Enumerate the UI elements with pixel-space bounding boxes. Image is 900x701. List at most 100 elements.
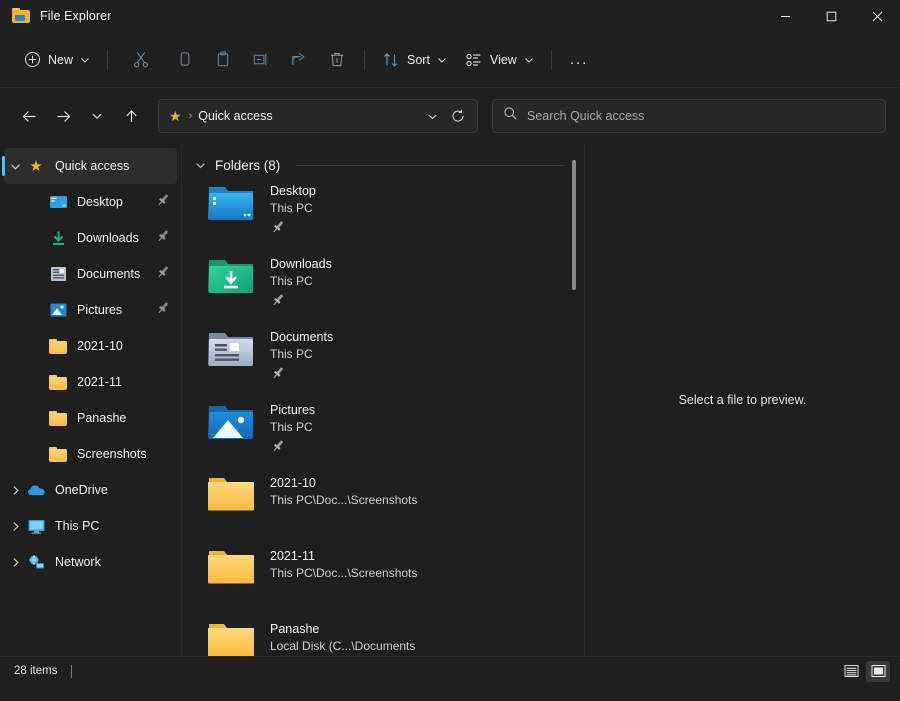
- breadcrumb-separator: ›: [189, 110, 193, 122]
- sidebar-item-documents[interactable]: Documents: [4, 256, 177, 292]
- sidebar-item-label: Network: [55, 555, 171, 569]
- group-rule: [296, 165, 564, 166]
- onedrive-icon: [26, 481, 46, 499]
- folder-icon: [48, 409, 68, 427]
- navigation-pane[interactable]: ★Quick accessDesktop Downloads Documents Pi…: [0, 144, 182, 656]
- file-tile-text: PanasheLocal Disk (C...\Documents: [270, 619, 415, 653]
- chevron-right-icon[interactable]: [4, 520, 26, 533]
- chevron-down-icon[interactable]: [4, 160, 26, 173]
- new-button[interactable]: New: [14, 43, 99, 77]
- rename-icon: [252, 51, 270, 69]
- window-title: File Explorer: [40, 9, 111, 23]
- pin-icon[interactable]: [270, 292, 332, 313]
- sidebar-item-onedrive[interactable]: OneDrive: [4, 472, 177, 508]
- cut-button[interactable]: [122, 43, 160, 77]
- file-tile[interactable]: PicturesThis PC: [186, 392, 576, 465]
- address-bar[interactable]: ★ › Quick access: [158, 99, 478, 133]
- recent-locations-button[interactable]: [80, 99, 114, 133]
- forward-button[interactable]: [46, 99, 80, 133]
- chevron-down-icon[interactable]: [194, 159, 207, 172]
- file-tile-path: This PC: [270, 347, 333, 361]
- file-tile-text: 2021-10This PC\Doc...\Screenshots: [270, 473, 417, 507]
- share-icon: [290, 51, 308, 69]
- search-input[interactable]: [527, 109, 875, 123]
- sidebar-item-2021-11[interactable]: 2021-11: [4, 364, 177, 400]
- star-icon: ★: [26, 157, 46, 175]
- file-tile[interactable]: 2021-11This PC\Doc...\Screenshots: [186, 538, 576, 611]
- chevron-right-icon[interactable]: [4, 484, 26, 497]
- address-dropdown-button[interactable]: [419, 102, 445, 130]
- scissors-icon: [132, 51, 150, 69]
- file-tile-path: This PC: [270, 420, 315, 434]
- toolbar-divider-3: [551, 50, 552, 70]
- file-tile[interactable]: DesktopThis PC: [186, 173, 576, 246]
- file-tile-text: 2021-11This PC\Doc...\Screenshots: [270, 546, 417, 580]
- pictures-icon: [48, 301, 68, 319]
- file-tile-name: Downloads: [270, 257, 332, 271]
- sidebar-item-2021-10[interactable]: 2021-10: [4, 328, 177, 364]
- documents-icon: [48, 265, 68, 283]
- file-tile-name: 2021-10: [270, 476, 417, 490]
- toolbar-divider-2: [364, 50, 365, 70]
- folder-icon: [48, 337, 68, 355]
- main-body: ★Quick accessDesktop Downloads Documents Pi…: [0, 144, 900, 656]
- downloads-folder-icon: [208, 256, 256, 304]
- sidebar-item-label: 2021-11: [77, 375, 171, 389]
- chevron-right-icon[interactable]: [4, 556, 26, 569]
- thispc-icon: [26, 517, 46, 535]
- scrollbar-thumb[interactable]: [572, 160, 576, 290]
- star-icon: ★: [169, 109, 182, 123]
- sidebar-item-label: Pictures: [77, 303, 155, 317]
- pin-icon[interactable]: [155, 300, 171, 321]
- file-tile[interactable]: PanasheLocal Disk (C...\Documents: [186, 611, 576, 656]
- pin-icon[interactable]: [155, 264, 171, 285]
- file-list-pane[interactable]: Folders (8) DesktopThis PCDownloadsThis …: [182, 144, 584, 656]
- file-tile[interactable]: 2021-10This PC\Doc...\Screenshots: [186, 465, 576, 538]
- file-tile-path: This PC: [270, 201, 316, 215]
- details-view-button[interactable]: [839, 661, 863, 682]
- file-tile[interactable]: DocumentsThis PC: [186, 319, 576, 392]
- sidebar-item-network[interactable]: Network: [4, 544, 177, 580]
- file-tile[interactable]: DownloadsThis PC: [186, 246, 576, 319]
- pin-icon[interactable]: [155, 228, 171, 249]
- sidebar-item-quick-access[interactable]: ★Quick access: [4, 148, 177, 184]
- sidebar-item-desktop[interactable]: Desktop: [4, 184, 177, 220]
- folder-icon: [208, 548, 256, 596]
- up-button[interactable]: [114, 99, 148, 133]
- see-more-button[interactable]: ...: [560, 43, 599, 77]
- pin-icon[interactable]: [155, 192, 171, 213]
- view-button[interactable]: View: [456, 43, 543, 77]
- pin-icon[interactable]: [270, 438, 315, 459]
- view-toggle-group: [839, 661, 890, 682]
- sidebar-item-label: Downloads: [77, 231, 155, 245]
- desktop-icon: [48, 193, 68, 211]
- search-bar[interactable]: [492, 99, 886, 133]
- view-button-label: View: [490, 53, 517, 67]
- delete-button[interactable]: [318, 43, 356, 77]
- rename-button[interactable]: [242, 43, 280, 77]
- search-icon: [503, 106, 518, 126]
- pin-icon[interactable]: [270, 365, 333, 386]
- command-bar: New: [0, 32, 900, 88]
- breadcrumb[interactable]: Quick access: [198, 109, 419, 123]
- sidebar-item-this-pc[interactable]: This PC: [4, 508, 177, 544]
- sidebar-item-pictures[interactable]: Pictures: [4, 292, 177, 328]
- preview-pane: Select a file to preview.: [584, 144, 900, 656]
- share-button[interactable]: [280, 43, 318, 77]
- sidebar-item-panashe[interactable]: Panashe: [4, 400, 177, 436]
- paste-button[interactable]: [204, 43, 242, 77]
- sort-button[interactable]: Sort: [373, 43, 456, 77]
- copy-button[interactable]: [166, 43, 204, 77]
- back-button[interactable]: [12, 99, 46, 133]
- documents-folder-icon: [208, 329, 256, 377]
- pin-icon[interactable]: [270, 219, 316, 240]
- minimize-button[interactable]: [762, 0, 808, 32]
- sidebar-item-downloads[interactable]: Downloads: [4, 220, 177, 256]
- file-list-scrollbar[interactable]: [572, 158, 576, 636]
- large-icons-view-button[interactable]: [866, 661, 890, 682]
- close-button[interactable]: [854, 0, 900, 32]
- maximize-button[interactable]: [808, 0, 854, 32]
- folders-group-header[interactable]: Folders (8): [182, 144, 584, 173]
- sidebar-item-screenshots[interactable]: Screenshots: [4, 436, 177, 472]
- refresh-button[interactable]: [445, 102, 471, 130]
